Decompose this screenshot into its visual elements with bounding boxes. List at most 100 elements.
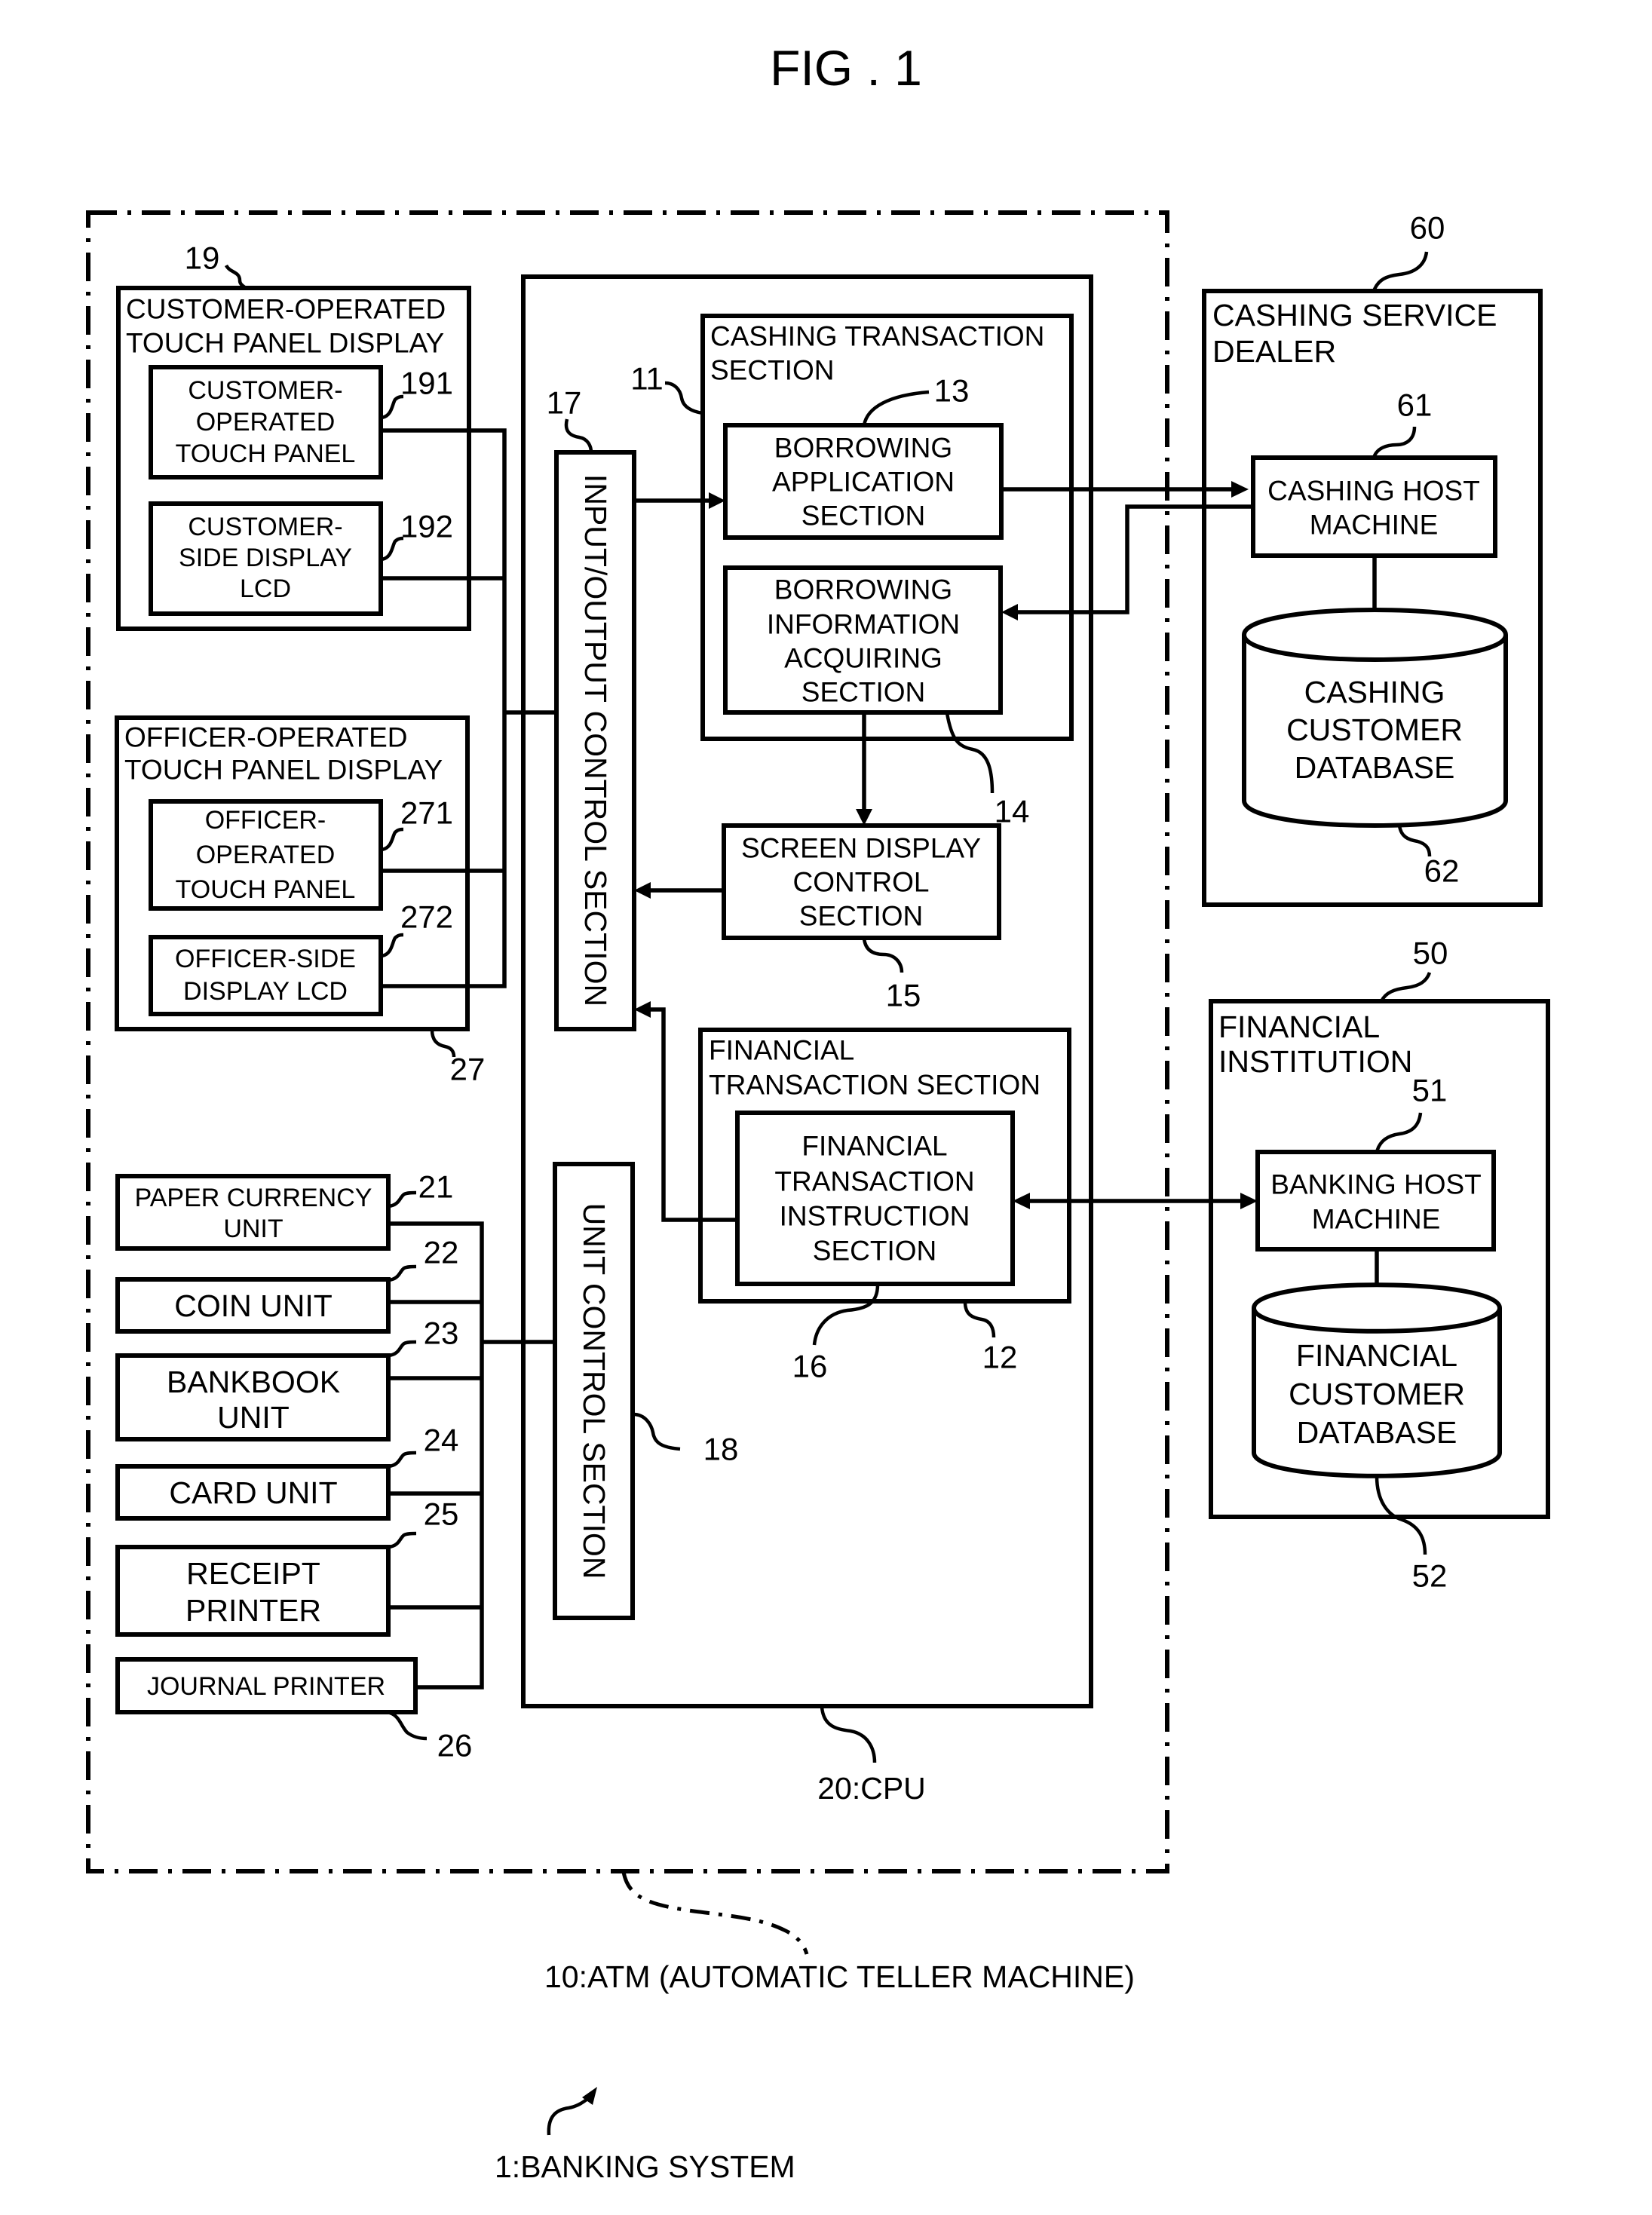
financial-instruction-line-3: INSTRUCTION — [780, 1201, 970, 1232]
borrowing-information-line-4: SECTION — [801, 677, 925, 708]
arrowhead-into-instruction — [1013, 1193, 1030, 1209]
customer-touch-panel-line-1: CUSTOMER- — [188, 376, 342, 405]
ref-12-leader — [963, 1301, 996, 1338]
cashing-transaction-title-2: SECTION — [710, 355, 834, 386]
borrowing-information-line-2: INFORMATION — [767, 609, 960, 640]
receipt-printer-line-1: RECEIPT — [186, 1556, 320, 1591]
customer-lcd-line-2: SIDE DISPLAY — [179, 544, 352, 572]
bankbook-unit-line-1: BANKBOOK — [167, 1365, 340, 1399]
ref-272-leader — [381, 933, 404, 958]
officer-display-title-2: TOUCH PANEL DISPLAY — [124, 755, 443, 786]
financial-institution-title-1: FINANCIAL — [1218, 1009, 1380, 1044]
ref-25-leader — [388, 1531, 417, 1549]
ref-62: 62 — [1424, 853, 1460, 889]
ref-15-leader — [862, 938, 904, 973]
ref-24-leader — [388, 1451, 417, 1469]
ref-11: 11 — [630, 361, 664, 397]
cpu-label: 20:CPU — [817, 1771, 926, 1806]
financial-database-line-1: FINANCIAL — [1296, 1338, 1457, 1373]
ref-51: 51 — [1412, 1073, 1448, 1108]
officer-lcd-line-1: OFFICER-SIDE — [175, 945, 356, 973]
cashing-host-line-1: CASHING HOST — [1267, 476, 1480, 507]
customer-display-title-2: TOUCH PANEL DISPLAY — [126, 328, 444, 359]
paper-currency-unit-line-2: UNIT — [223, 1215, 283, 1243]
screen-display-line-3: SECTION — [799, 901, 923, 932]
ref-192: 192 — [400, 509, 453, 544]
ref-25: 25 — [424, 1497, 459, 1532]
receipt-printer-line-2: PRINTER — [185, 1593, 321, 1628]
arrowhead-into-banking-host — [1240, 1193, 1258, 1209]
financial-instruction-line-4: SECTION — [813, 1236, 936, 1267]
screen-display-line-2: CONTROL — [793, 867, 930, 898]
customer-lcd-line-3: LCD — [240, 574, 291, 603]
ref-271-leader — [381, 827, 404, 852]
borrowing-information-line-3: ACQUIRING — [784, 643, 942, 674]
ref-19: 19 — [185, 240, 220, 276]
customer-touch-panel-line-2: OPERATED — [196, 408, 336, 437]
cpu-label-leader — [820, 1706, 877, 1763]
banking-system-arrow — [547, 2096, 591, 2136]
banking-system-diagram: FIG . 1 CUSTOMER- OPERATED TOUCH PANEL DI… — [86, 40, 1550, 2184]
figure-title: FIG . 1 — [770, 40, 922, 96]
financial-database-top-rim — [1252, 1307, 1502, 1334]
cashing-database-top-rim — [1242, 634, 1508, 662]
banking-system-label: 1:BANKING SYSTEM — [495, 2149, 795, 2184]
ref-52: 52 — [1412, 1558, 1448, 1594]
banking-host-line-1: BANKING HOST — [1270, 1169, 1482, 1200]
ref-22-leader — [388, 1264, 417, 1282]
customer-touch-panel-display: CUSTOMER- OPERATED TOUCH PANEL DISPLAY 19… — [116, 240, 471, 631]
ref-60: 60 — [1410, 210, 1445, 246]
ref-60-leader — [1372, 251, 1429, 292]
coin-unit-label: COIN UNIT — [174, 1288, 333, 1323]
io-control-section-label: INPUT/OUTPUT CONTROL SECTION — [578, 474, 613, 1006]
ref-17-leader — [564, 418, 593, 453]
financial-instruction-line-2: TRANSACTION — [774, 1166, 974, 1197]
borrowing-application-line-3: SECTION — [801, 501, 925, 532]
arrowhead-into-borrowing-application — [709, 492, 725, 509]
financial-instruction-line-1: FINANCIAL — [801, 1131, 947, 1162]
ref-16-leader — [812, 1284, 880, 1346]
ref-21: 21 — [418, 1169, 454, 1205]
ref-271: 271 — [400, 795, 453, 831]
banking-host-machine-box — [1255, 1150, 1496, 1251]
cashing-database-line-1: CASHING — [1304, 675, 1445, 709]
ref-272: 272 — [400, 899, 453, 935]
arrowhead-into-screen-display — [856, 809, 872, 826]
financial-database-line-2: CUSTOMER — [1289, 1377, 1465, 1411]
paper-currency-unit-line-1: PAPER CURRENCY — [135, 1184, 372, 1212]
device-units: PAPER CURRENCY UNIT 21 COIN UNIT 22 BANK… — [115, 1169, 472, 1763]
ref-26-leader — [389, 1711, 428, 1741]
ref-17: 17 — [547, 385, 582, 421]
ref-23: 23 — [424, 1316, 459, 1351]
officer-lcd-line-2: DISPLAY LCD — [183, 977, 348, 1006]
ref-16: 16 — [792, 1349, 828, 1384]
ref-21-leader — [388, 1190, 417, 1209]
arrowhead-into-io-from-instruction — [634, 1001, 651, 1018]
borrowing-application-line-1: BORROWING — [774, 433, 952, 464]
journal-printer-label: JOURNAL PRINTER — [147, 1672, 385, 1701]
ref-18: 18 — [703, 1432, 739, 1467]
ref-14-leader — [945, 712, 995, 794]
ref-11-leader — [664, 381, 703, 415]
ref-61: 61 — [1397, 388, 1433, 423]
arrowhead-into-borrowing-info — [1001, 604, 1018, 620]
cashing-host-machine-box — [1251, 455, 1497, 558]
officer-touch-panel-line-1: OFFICER- — [205, 806, 326, 835]
screen-display-line-1: SCREEN DISPLAY — [741, 833, 981, 864]
ref-13: 13 — [934, 373, 970, 409]
atm-label-leader — [621, 1871, 809, 1955]
customer-touch-panel-line-3: TOUCH PANEL — [176, 440, 356, 468]
borrowing-information-line-1: BORROWING — [774, 574, 952, 605]
financial-transaction-title-1: FINANCIAL — [709, 1035, 854, 1066]
ref-18-leader — [633, 1412, 681, 1451]
ref-15: 15 — [886, 978, 921, 1013]
officer-touch-panel-line-3: TOUCH PANEL — [176, 875, 356, 904]
officer-display-title-1: OFFICER-OPERATED — [124, 722, 408, 753]
ref-62-leader — [1397, 825, 1432, 857]
customer-lcd-line-1: CUSTOMER- — [188, 513, 342, 541]
borrowing-application-line-2: APPLICATION — [772, 467, 955, 498]
ref-19-leader — [224, 264, 247, 290]
ref-61-leader — [1372, 426, 1417, 458]
cashing-service-dealer: CASHING SERVICE DEALER 60 CASHING HOST M… — [1202, 210, 1543, 907]
ref-24: 24 — [424, 1423, 459, 1458]
